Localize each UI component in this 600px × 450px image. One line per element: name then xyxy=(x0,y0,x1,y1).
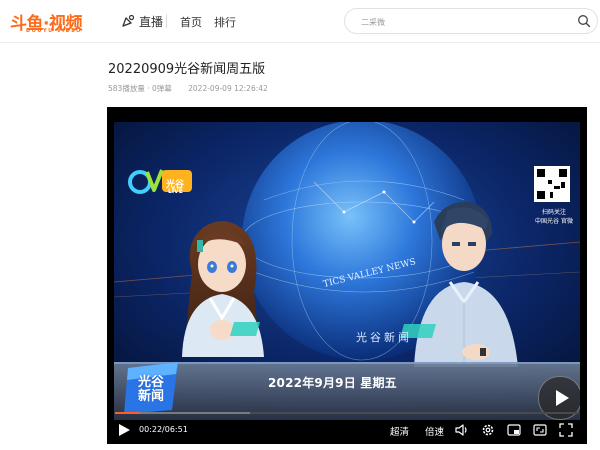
brand-live-tag: LIVE xyxy=(168,188,183,195)
top-header: 斗鱼·视频 DOUYU VIDEO 直播 首页 排行 xyxy=(0,0,600,43)
nav-home-link[interactable]: 首页 xyxy=(180,14,202,30)
logo-subtext: DOUYU VIDEO xyxy=(26,28,82,34)
nav-live-label: 直播 xyxy=(139,14,164,29)
progress-bar[interactable] xyxy=(115,412,579,414)
qr-caption: 扫码关注 中国光谷 官微 xyxy=(528,208,580,226)
picture-in-picture-icon[interactable] xyxy=(507,423,521,437)
news-caption: 光谷新闻 xyxy=(356,331,412,344)
video-title: 20220909光谷新闻周五版 xyxy=(108,62,266,77)
settings-gear-icon[interactable] xyxy=(481,423,495,437)
fullscreen-icon[interactable] xyxy=(559,423,573,437)
news-badge-line1: 光谷 xyxy=(138,375,165,390)
video-meta: 583播放量 · 0弹幕 2022-09-09 12:26:42 xyxy=(108,83,268,94)
video-frame[interactable]: TICS VALLEY NEWS 光谷 LIVE 光谷新闻 扫码关注 中国光谷 … xyxy=(114,122,580,420)
nav-rank-link[interactable]: 排行 xyxy=(214,14,236,30)
search-input[interactable] xyxy=(359,13,563,31)
qr-caption-line1: 扫码关注 xyxy=(541,209,566,216)
quality-button[interactable]: 超清 xyxy=(390,424,409,438)
time-display: 00:22/06:51 xyxy=(139,425,188,434)
nav-divider xyxy=(166,14,167,28)
live-icon xyxy=(122,14,135,27)
search-box[interactable] xyxy=(344,8,598,34)
speed-button[interactable]: 倍速 xyxy=(425,424,444,438)
douyu-video-logo[interactable]: 斗鱼·视频 DOUYU VIDEO xyxy=(10,9,110,34)
news-badge: 光谷 新闻 xyxy=(138,376,164,404)
web-fullscreen-icon[interactable] xyxy=(533,423,547,437)
broadcast-date: 2022年9月9日 星期五 xyxy=(268,376,397,390)
play-count: 583播放量 · 0弹幕 xyxy=(108,84,172,93)
player-controls: 00:22/06:51 超清 倍速 xyxy=(107,417,587,444)
publish-time: 2022-09-09 12:26:42 xyxy=(188,84,268,93)
search-icon[interactable] xyxy=(577,14,591,28)
video-player[interactable]: TICS VALLEY NEWS 光谷 LIVE 光谷新闻 扫码关注 中国光谷 … xyxy=(107,107,587,444)
news-badge-line2: 新闻 xyxy=(138,389,165,404)
nav-live-link[interactable]: 直播 xyxy=(120,12,163,30)
qr-caption-line2: 中国光谷 官微 xyxy=(535,218,573,225)
volume-icon[interactable] xyxy=(455,423,469,437)
progress-played xyxy=(115,412,140,414)
play-pause-icon[interactable] xyxy=(117,423,131,437)
